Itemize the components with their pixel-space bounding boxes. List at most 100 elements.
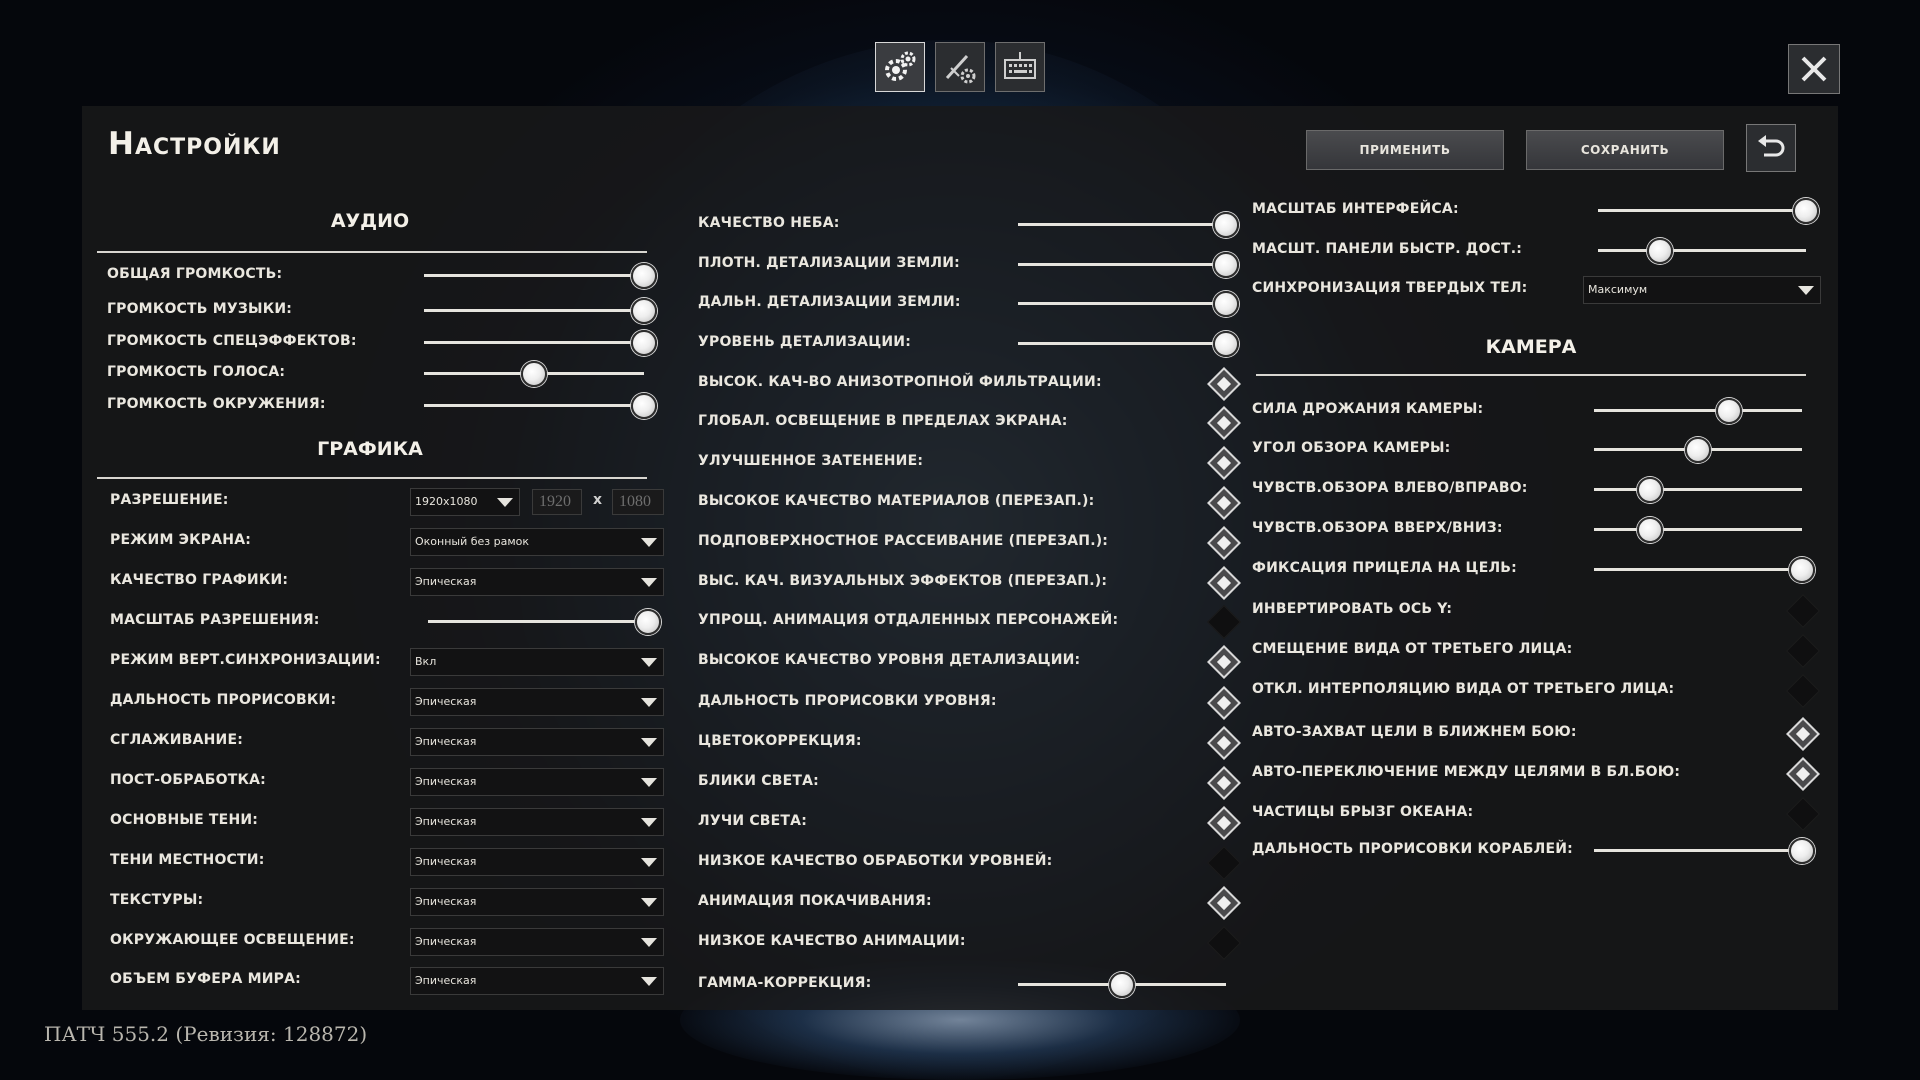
- slider-track: [1598, 209, 1806, 212]
- graphics-scale-slider[interactable]: [428, 607, 661, 637]
- slider-knob[interactable]: [635, 609, 661, 635]
- middle-item-label: Глобал. освещение в пределах экрана:: [698, 413, 1068, 429]
- dropdown-value: Эпическая: [415, 895, 477, 908]
- slider-track: [1594, 488, 1802, 491]
- physics-sync-dropdown[interactable]: Максимум: [1583, 276, 1821, 304]
- audio-volume-slider[interactable]: [424, 261, 657, 291]
- slider-knob[interactable]: [1213, 331, 1239, 357]
- graphics-dropdown[interactable]: Оконный без рамок: [410, 528, 664, 556]
- slider-knob[interactable]: [631, 298, 657, 324]
- apply-button[interactable]: Применить: [1306, 130, 1504, 170]
- graphics-dropdown[interactable]: Эпическая: [410, 688, 664, 716]
- graphics-dropdown[interactable]: Эпическая: [410, 768, 664, 796]
- camera-slider[interactable]: [1594, 555, 1815, 585]
- camera-checkbox[interactable]: [1786, 594, 1820, 628]
- camera-checkbox[interactable]: [1786, 797, 1820, 831]
- camera-slider[interactable]: [1594, 396, 1802, 426]
- dropdown-value: Оконный без рамок: [415, 535, 530, 548]
- chevron-down-icon: [641, 977, 657, 986]
- middle-slider[interactable]: [1018, 329, 1239, 359]
- graphics-dropdown[interactable]: Эпическая: [410, 928, 664, 956]
- audio-volume-slider[interactable]: [424, 296, 657, 326]
- slider-knob[interactable]: [1789, 557, 1815, 583]
- controls-settings-tab[interactable]: [995, 42, 1045, 92]
- resolution-height-input[interactable]: 1080: [612, 489, 664, 515]
- slider-track: [1594, 528, 1802, 531]
- camera-slider[interactable]: [1594, 475, 1802, 505]
- slider-knob[interactable]: [1213, 252, 1239, 278]
- graphics-dropdown[interactable]: Эпическая: [410, 848, 664, 876]
- middle-checkbox[interactable]: [1207, 846, 1241, 880]
- graphics-dropdown[interactable]: Вкл: [410, 648, 664, 676]
- resolution-dropdown[interactable]: 1920x1080: [410, 488, 520, 516]
- camera-slider[interactable]: [1594, 515, 1802, 545]
- save-button[interactable]: Сохранить: [1526, 130, 1724, 170]
- audio-volume-slider[interactable]: [424, 328, 657, 358]
- audio-volume-slider[interactable]: [424, 359, 644, 389]
- audio-volume-slider[interactable]: [424, 391, 657, 421]
- middle-checkbox[interactable]: [1207, 446, 1241, 480]
- camera-checkbox[interactable]: [1786, 634, 1820, 668]
- slider-knob[interactable]: [1213, 291, 1239, 317]
- graphics-dropdown[interactable]: Эпическая: [410, 728, 664, 756]
- graphics-settings-tab[interactable]: [875, 42, 925, 92]
- middle-item-label: Низкое качество анимации:: [698, 933, 966, 949]
- middle-slider[interactable]: [1018, 970, 1226, 1000]
- audio-item-label: Громкость окружения:: [107, 396, 326, 412]
- slider-knob[interactable]: [1685, 437, 1711, 463]
- slider-knob[interactable]: [1637, 477, 1664, 503]
- slider-knob[interactable]: [1716, 398, 1743, 424]
- middle-checkbox[interactable]: [1207, 726, 1241, 760]
- patch-version: ПАТЧ 555.2 (Ревизия: 128872): [44, 1022, 368, 1046]
- dropdown-value: Эпическая: [415, 974, 477, 987]
- slider-knob[interactable]: [1637, 517, 1664, 543]
- resolution-width-input[interactable]: 1920: [532, 489, 582, 515]
- camera-checkbox[interactable]: [1786, 717, 1820, 751]
- slider-knob[interactable]: [1793, 198, 1819, 224]
- camera-slider[interactable]: [1594, 836, 1815, 866]
- middle-checkbox[interactable]: [1207, 367, 1241, 401]
- undo-icon: [1758, 135, 1785, 157]
- graphics-dropdown[interactable]: Эпическая: [410, 888, 664, 916]
- middle-slider[interactable]: [1018, 210, 1239, 240]
- graphics-dropdown[interactable]: Эпическая: [410, 568, 664, 596]
- middle-checkbox[interactable]: [1207, 686, 1241, 720]
- middle-checkbox[interactable]: [1207, 605, 1241, 639]
- slider-knob[interactable]: [631, 393, 657, 419]
- slider-knob[interactable]: [1647, 238, 1674, 264]
- slider-knob[interactable]: [631, 263, 657, 289]
- middle-checkbox[interactable]: [1207, 566, 1241, 600]
- graphics-dropdown[interactable]: Эпическая: [410, 967, 664, 995]
- middle-checkbox[interactable]: [1207, 886, 1241, 920]
- graphics-dropdown[interactable]: Эпическая: [410, 808, 664, 836]
- audio-item-label: Общая громкость:: [107, 266, 283, 282]
- interface-slider[interactable]: [1598, 196, 1819, 226]
- interface-slider[interactable]: [1598, 236, 1806, 266]
- middle-checkbox[interactable]: [1207, 926, 1241, 960]
- middle-checkbox[interactable]: [1207, 526, 1241, 560]
- slider-knob[interactable]: [1789, 838, 1815, 864]
- slider-track: [424, 341, 644, 344]
- middle-slider[interactable]: [1018, 250, 1239, 280]
- middle-checkbox[interactable]: [1207, 486, 1241, 520]
- undo-button[interactable]: [1746, 124, 1796, 172]
- camera-checkbox[interactable]: [1786, 757, 1820, 791]
- camera-slider[interactable]: [1594, 435, 1802, 465]
- middle-checkbox[interactable]: [1207, 406, 1241, 440]
- slider-knob[interactable]: [521, 361, 547, 387]
- close-button[interactable]: [1788, 44, 1840, 94]
- slider-knob[interactable]: [631, 330, 657, 356]
- slider-knob[interactable]: [1109, 972, 1135, 998]
- chevron-down-icon: [641, 858, 657, 867]
- gameplay-settings-tab[interactable]: [935, 42, 985, 92]
- middle-slider[interactable]: [1018, 289, 1239, 319]
- camera-checkbox[interactable]: [1786, 674, 1820, 708]
- middle-checkbox[interactable]: [1207, 645, 1241, 679]
- audio-section-title: Аудио: [330, 210, 410, 232]
- camera-item-label: Откл. интерполяцию вида от третьего лица…: [1252, 681, 1675, 697]
- camera-item-label: Фиксация прицела на цель:: [1252, 560, 1517, 576]
- middle-checkbox[interactable]: [1207, 766, 1241, 800]
- camera-item-label: Авто-захват цели в ближнем бою:: [1252, 724, 1577, 740]
- middle-checkbox[interactable]: [1207, 806, 1241, 840]
- slider-knob[interactable]: [1213, 212, 1239, 238]
